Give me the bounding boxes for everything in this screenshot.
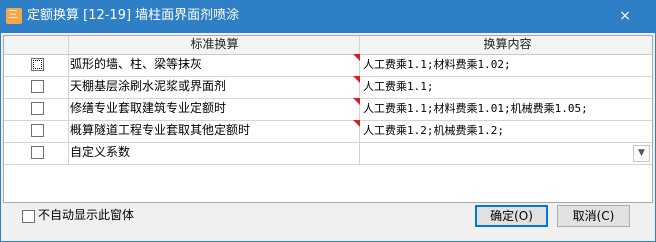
row-checkbox[interactable]: [31, 58, 44, 71]
dialog-body: 标准换算 换算内容 弧形的墙、柱、梁等抹灰 人工费乘1.1;材料费乘1.02; …: [1, 33, 655, 241]
row-content[interactable]: 人工费乘1.1;: [360, 76, 652, 98]
header-conversion-content: 换算内容: [483, 37, 532, 51]
row-check-cell: [4, 76, 69, 98]
dialog-window: 三 定额换算 [12-19] 墙柱面界面剂喷涂 × 标准换算 换算内容 弧形的墙…: [0, 0, 656, 242]
row-check-cell: [4, 120, 69, 142]
row-check-cell: [4, 54, 69, 76]
flag-marker-icon: [353, 98, 360, 105]
auto-hide-label[interactable]: 不自动显示此窗体: [38, 207, 134, 223]
row-content[interactable]: 人工费乘1.1;材料费乘1.01;机械费乘1.05;: [360, 98, 652, 120]
row-checkbox[interactable]: [31, 124, 44, 137]
row-name: 弧形的墙、柱、梁等抹灰: [69, 54, 360, 76]
row-content[interactable]: 人工费乘1.2;机械费乘1.2;: [360, 120, 652, 142]
row-name: 天棚基层涂刷水泥浆或界面剂: [69, 76, 360, 98]
row-check-cell: [4, 142, 69, 164]
app-icon: 三: [6, 8, 22, 24]
header-standard-conversion: 标准换算: [69, 36, 360, 54]
table-row[interactable]: 修缮专业套取建筑专业定额时 人工费乘1.1;材料费乘1.01;机械费乘1.05;: [4, 98, 652, 121]
conversion-table: 标准换算 换算内容 弧形的墙、柱、梁等抹灰 人工费乘1.1;材料费乘1.02; …: [3, 35, 653, 203]
cancel-button[interactable]: 取消(C): [557, 205, 630, 227]
row-content[interactable]: 人工费乘1.1;材料费乘1.02;: [360, 54, 652, 76]
row-name: 修缮专业套取建筑专业定额时: [69, 98, 360, 120]
header-check: [4, 36, 69, 54]
table-row[interactable]: 弧形的墙、柱、梁等抹灰 人工费乘1.1;材料费乘1.02;: [4, 54, 652, 77]
chevron-down-icon[interactable]: ▼: [633, 145, 650, 162]
flag-marker-icon: [353, 120, 360, 127]
ok-button[interactable]: 确定(O): [475, 205, 548, 227]
table-row[interactable]: 概算隧道工程专业套取其他定额时 人工费乘1.2;机械费乘1.2;: [4, 120, 652, 143]
app-icon-glyph: 三: [8, 10, 18, 21]
title-bar: 三 定额换算 [12-19] 墙柱面界面剂喷涂 ×: [0, 0, 656, 33]
row-checkbox[interactable]: [31, 146, 44, 159]
row-check-cell: [4, 98, 69, 120]
row-checkbox[interactable]: [31, 102, 44, 115]
custom-factor-input[interactable]: [360, 142, 652, 164]
table-header: 标准换算 换算内容: [4, 36, 652, 55]
flag-marker-icon: [353, 76, 360, 83]
table-row[interactable]: 天棚基层涂刷水泥浆或界面剂 人工费乘1.1;: [4, 76, 652, 99]
auto-hide-checkbox[interactable]: [22, 210, 35, 223]
table-row[interactable]: 自定义系数 ▼: [4, 142, 652, 165]
window-title: 定额换算 [12-19] 墙柱面界面剂喷涂: [27, 8, 240, 23]
flag-marker-icon: [353, 54, 360, 61]
row-checkbox[interactable]: [31, 80, 44, 93]
row-name: 自定义系数: [69, 142, 360, 164]
close-icon[interactable]: ×: [610, 6, 640, 26]
row-name: 概算隧道工程专业套取其他定额时: [69, 120, 360, 142]
